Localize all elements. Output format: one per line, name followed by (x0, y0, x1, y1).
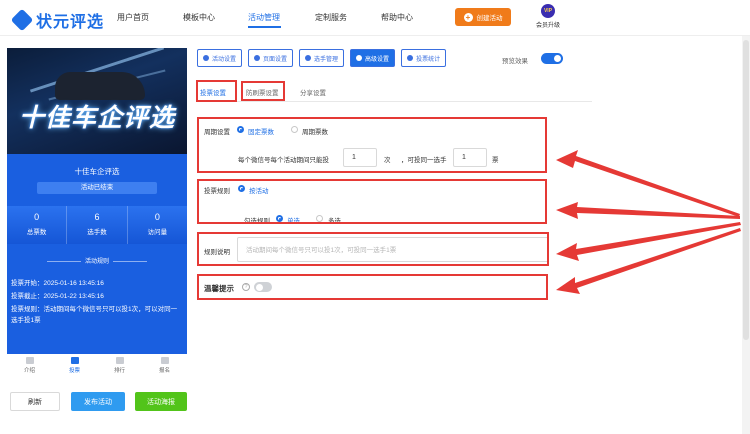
page: 状元评选 用户首页 模板中心 活动管理 定制服务 帮助中心 + 创建活动 VIP… (0, 0, 750, 434)
scrollbar-thumb[interactable] (743, 40, 749, 340)
page-scrollbar[interactable] (742, 36, 750, 434)
annotation-arrow (556, 150, 740, 217)
annotation-arrow (556, 222, 741, 261)
annotation-arrows (556, 150, 741, 294)
